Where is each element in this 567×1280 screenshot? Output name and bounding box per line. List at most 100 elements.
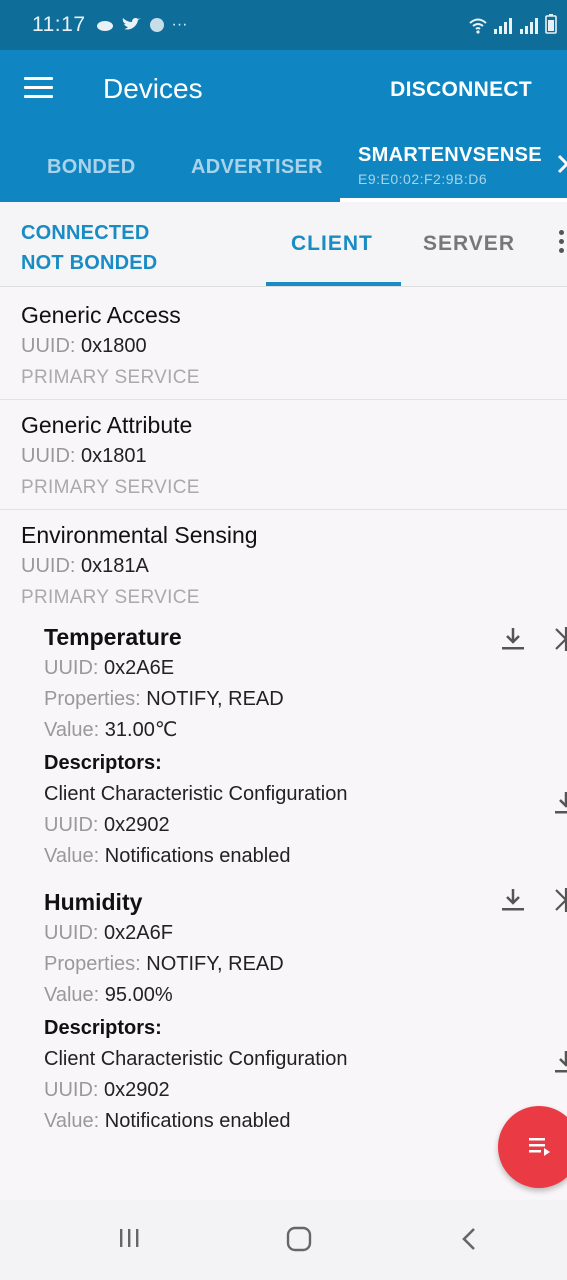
value-label: Value: bbox=[44, 845, 100, 867]
uuid-value: 0x2902 bbox=[104, 814, 170, 836]
bond-state: NOT BONDED bbox=[21, 252, 158, 274]
descriptor-uuid: UUID: 0x2902 bbox=[44, 810, 567, 841]
tab-client[interactable]: CLIENT bbox=[291, 232, 373, 256]
chevron-right-icon[interactable] bbox=[557, 154, 567, 180]
service-item[interactable]: Environmental Sensing UUID: 0x181A PRIMA… bbox=[0, 510, 567, 1143]
descriptor-name[interactable]: Client Characteristic Configuration bbox=[44, 778, 567, 810]
notify-toggle-icon[interactable] bbox=[552, 886, 567, 914]
service-item[interactable]: Generic Access UUID: 0x1800 PRIMARY SERV… bbox=[0, 290, 567, 400]
value-text: Notifications enabled bbox=[104, 1110, 291, 1132]
more-notifications-icon: ··· bbox=[171, 16, 188, 33]
characteristic-value: Value: 31.00℃ bbox=[44, 715, 567, 746]
log-icon bbox=[529, 1138, 550, 1156]
battery-icon bbox=[545, 14, 557, 34]
service-uuid: UUID: 0x181A bbox=[21, 551, 567, 582]
value-label: Value: bbox=[44, 1110, 100, 1132]
twitter-icon bbox=[122, 18, 141, 30]
tab-server[interactable]: SERVER bbox=[423, 232, 515, 256]
value-label: Value: bbox=[44, 719, 100, 741]
signal-strength-icon-2 bbox=[520, 18, 538, 34]
characteristic-properties: Properties: NOTIFY, READ bbox=[44, 949, 567, 980]
uuid-label: UUID: bbox=[21, 555, 76, 577]
value-text: 31.00℃ bbox=[104, 719, 178, 741]
uuid-value: 0x2A6F bbox=[104, 922, 173, 944]
characteristic-item[interactable]: Humidity UUID: 0x2A6F Properties: NOTIFY… bbox=[44, 872, 567, 1137]
home-icon[interactable] bbox=[286, 1226, 312, 1252]
overflow-menu-icon[interactable] bbox=[559, 230, 567, 257]
connection-status: CONNECTED NOT BONDED bbox=[21, 218, 157, 278]
status-time: 11:17 bbox=[32, 13, 86, 36]
notification-icons: ··· bbox=[96, 16, 188, 34]
descriptor-name[interactable]: Client Characteristic Configuration bbox=[44, 1043, 567, 1075]
tab-smartenvsense[interactable]: SMARTENVSENSE E9:E0:02:F2:9B:D6 bbox=[358, 144, 542, 187]
service-name: Generic Attribute bbox=[21, 412, 193, 438]
value-label: Value: bbox=[44, 984, 100, 1006]
uuid-value: 0x2A6E bbox=[104, 657, 175, 679]
app-bar: Devices DISCONNECT bbox=[0, 50, 567, 130]
back-icon[interactable] bbox=[459, 1226, 479, 1252]
uuid-value: 0x1800 bbox=[81, 335, 147, 357]
device-address: E9:E0:02:F2:9B:D6 bbox=[358, 171, 488, 187]
uuid-value: 0x2902 bbox=[104, 1079, 170, 1101]
uuid-label: UUID: bbox=[44, 814, 99, 836]
cloud-icon bbox=[96, 21, 113, 31]
signal-icons bbox=[469, 14, 557, 34]
service-uuid: UUID: 0x1801 bbox=[21, 441, 567, 472]
disconnect-button[interactable]: DISCONNECT bbox=[390, 78, 532, 102]
wifi-icon bbox=[469, 18, 487, 34]
status-bar: 11:17 ··· bbox=[0, 0, 567, 50]
uuid-label: UUID: bbox=[44, 922, 99, 944]
uuid-label: UUID: bbox=[21, 445, 76, 467]
service-name: Generic Access bbox=[21, 302, 181, 328]
service-type: PRIMARY SERVICE bbox=[21, 367, 200, 388]
properties-label: Properties: bbox=[44, 688, 141, 710]
services-list: Generic Access UUID: 0x1800 PRIMARY SERV… bbox=[0, 290, 567, 1143]
value-text: Notifications enabled bbox=[104, 845, 291, 867]
characteristics-list: Temperature UUID: 0x2A6E Properties: NOT… bbox=[44, 613, 567, 1137]
properties-value: NOTIFY, READ bbox=[146, 953, 284, 975]
tab-bonded[interactable]: BONDED bbox=[47, 156, 135, 179]
client-tab-indicator bbox=[266, 282, 401, 286]
descriptor-value: Value: Notifications enabled bbox=[44, 1106, 567, 1137]
tab-advertiser[interactable]: ADVERTISER bbox=[191, 156, 323, 179]
notify-toggle-icon[interactable] bbox=[552, 625, 567, 653]
uuid-label: UUID: bbox=[44, 657, 99, 679]
recent-apps-icon[interactable] bbox=[117, 1226, 141, 1250]
tab-device-name: SMARTENVSENSE bbox=[358, 144, 542, 166]
properties-value: NOTIFY, READ bbox=[146, 688, 284, 710]
characteristic-item[interactable]: Temperature UUID: 0x2A6E Properties: NOT… bbox=[44, 613, 567, 872]
descriptors-heading: Descriptors: bbox=[44, 1017, 162, 1039]
characteristic-value: Value: 95.00% bbox=[44, 980, 567, 1011]
connection-bar: CONNECTED NOT BONDED CLIENT SERVER bbox=[0, 202, 567, 287]
characteristic-name: Temperature bbox=[44, 624, 182, 650]
characteristic-properties: Properties: NOTIFY, READ bbox=[44, 684, 567, 715]
service-name: Environmental Sensing bbox=[21, 522, 258, 548]
connection-state: CONNECTED bbox=[21, 222, 150, 244]
descriptor-value: Value: Notifications enabled bbox=[44, 841, 567, 872]
menu-icon[interactable] bbox=[24, 77, 53, 99]
service-uuid: UUID: 0x1800 bbox=[21, 331, 567, 362]
descriptor-read-icon[interactable] bbox=[552, 789, 567, 817]
descriptor-uuid: UUID: 0x2902 bbox=[44, 1075, 567, 1106]
uuid-value: 0x181A bbox=[81, 555, 149, 577]
descriptor-read-icon[interactable] bbox=[552, 1048, 567, 1076]
app-notification-icon bbox=[149, 18, 164, 32]
descriptors-heading: Descriptors: bbox=[44, 752, 162, 774]
service-item[interactable]: Generic Attribute UUID: 0x1801 PRIMARY S… bbox=[0, 400, 567, 510]
characteristic-uuid: UUID: 0x2A6F bbox=[44, 918, 567, 949]
service-type: PRIMARY SERVICE bbox=[21, 477, 200, 498]
characteristic-name: Humidity bbox=[44, 889, 143, 915]
read-download-icon[interactable] bbox=[499, 886, 527, 914]
uuid-value: 0x1801 bbox=[81, 445, 147, 467]
service-type: PRIMARY SERVICE bbox=[21, 587, 200, 608]
page-title: Devices bbox=[103, 73, 203, 104]
characteristic-uuid: UUID: 0x2A6E bbox=[44, 653, 567, 684]
uuid-label: UUID: bbox=[21, 335, 76, 357]
value-text: 95.00% bbox=[104, 984, 173, 1006]
properties-label: Properties: bbox=[44, 953, 141, 975]
device-tabs: BONDED ADVERTISER SMARTENVSENSE E9:E0:02… bbox=[0, 130, 567, 202]
signal-strength-icon bbox=[494, 18, 512, 34]
log-fab-button[interactable] bbox=[498, 1106, 567, 1188]
read-download-icon[interactable] bbox=[499, 625, 527, 653]
uuid-label: UUID: bbox=[44, 1079, 99, 1101]
